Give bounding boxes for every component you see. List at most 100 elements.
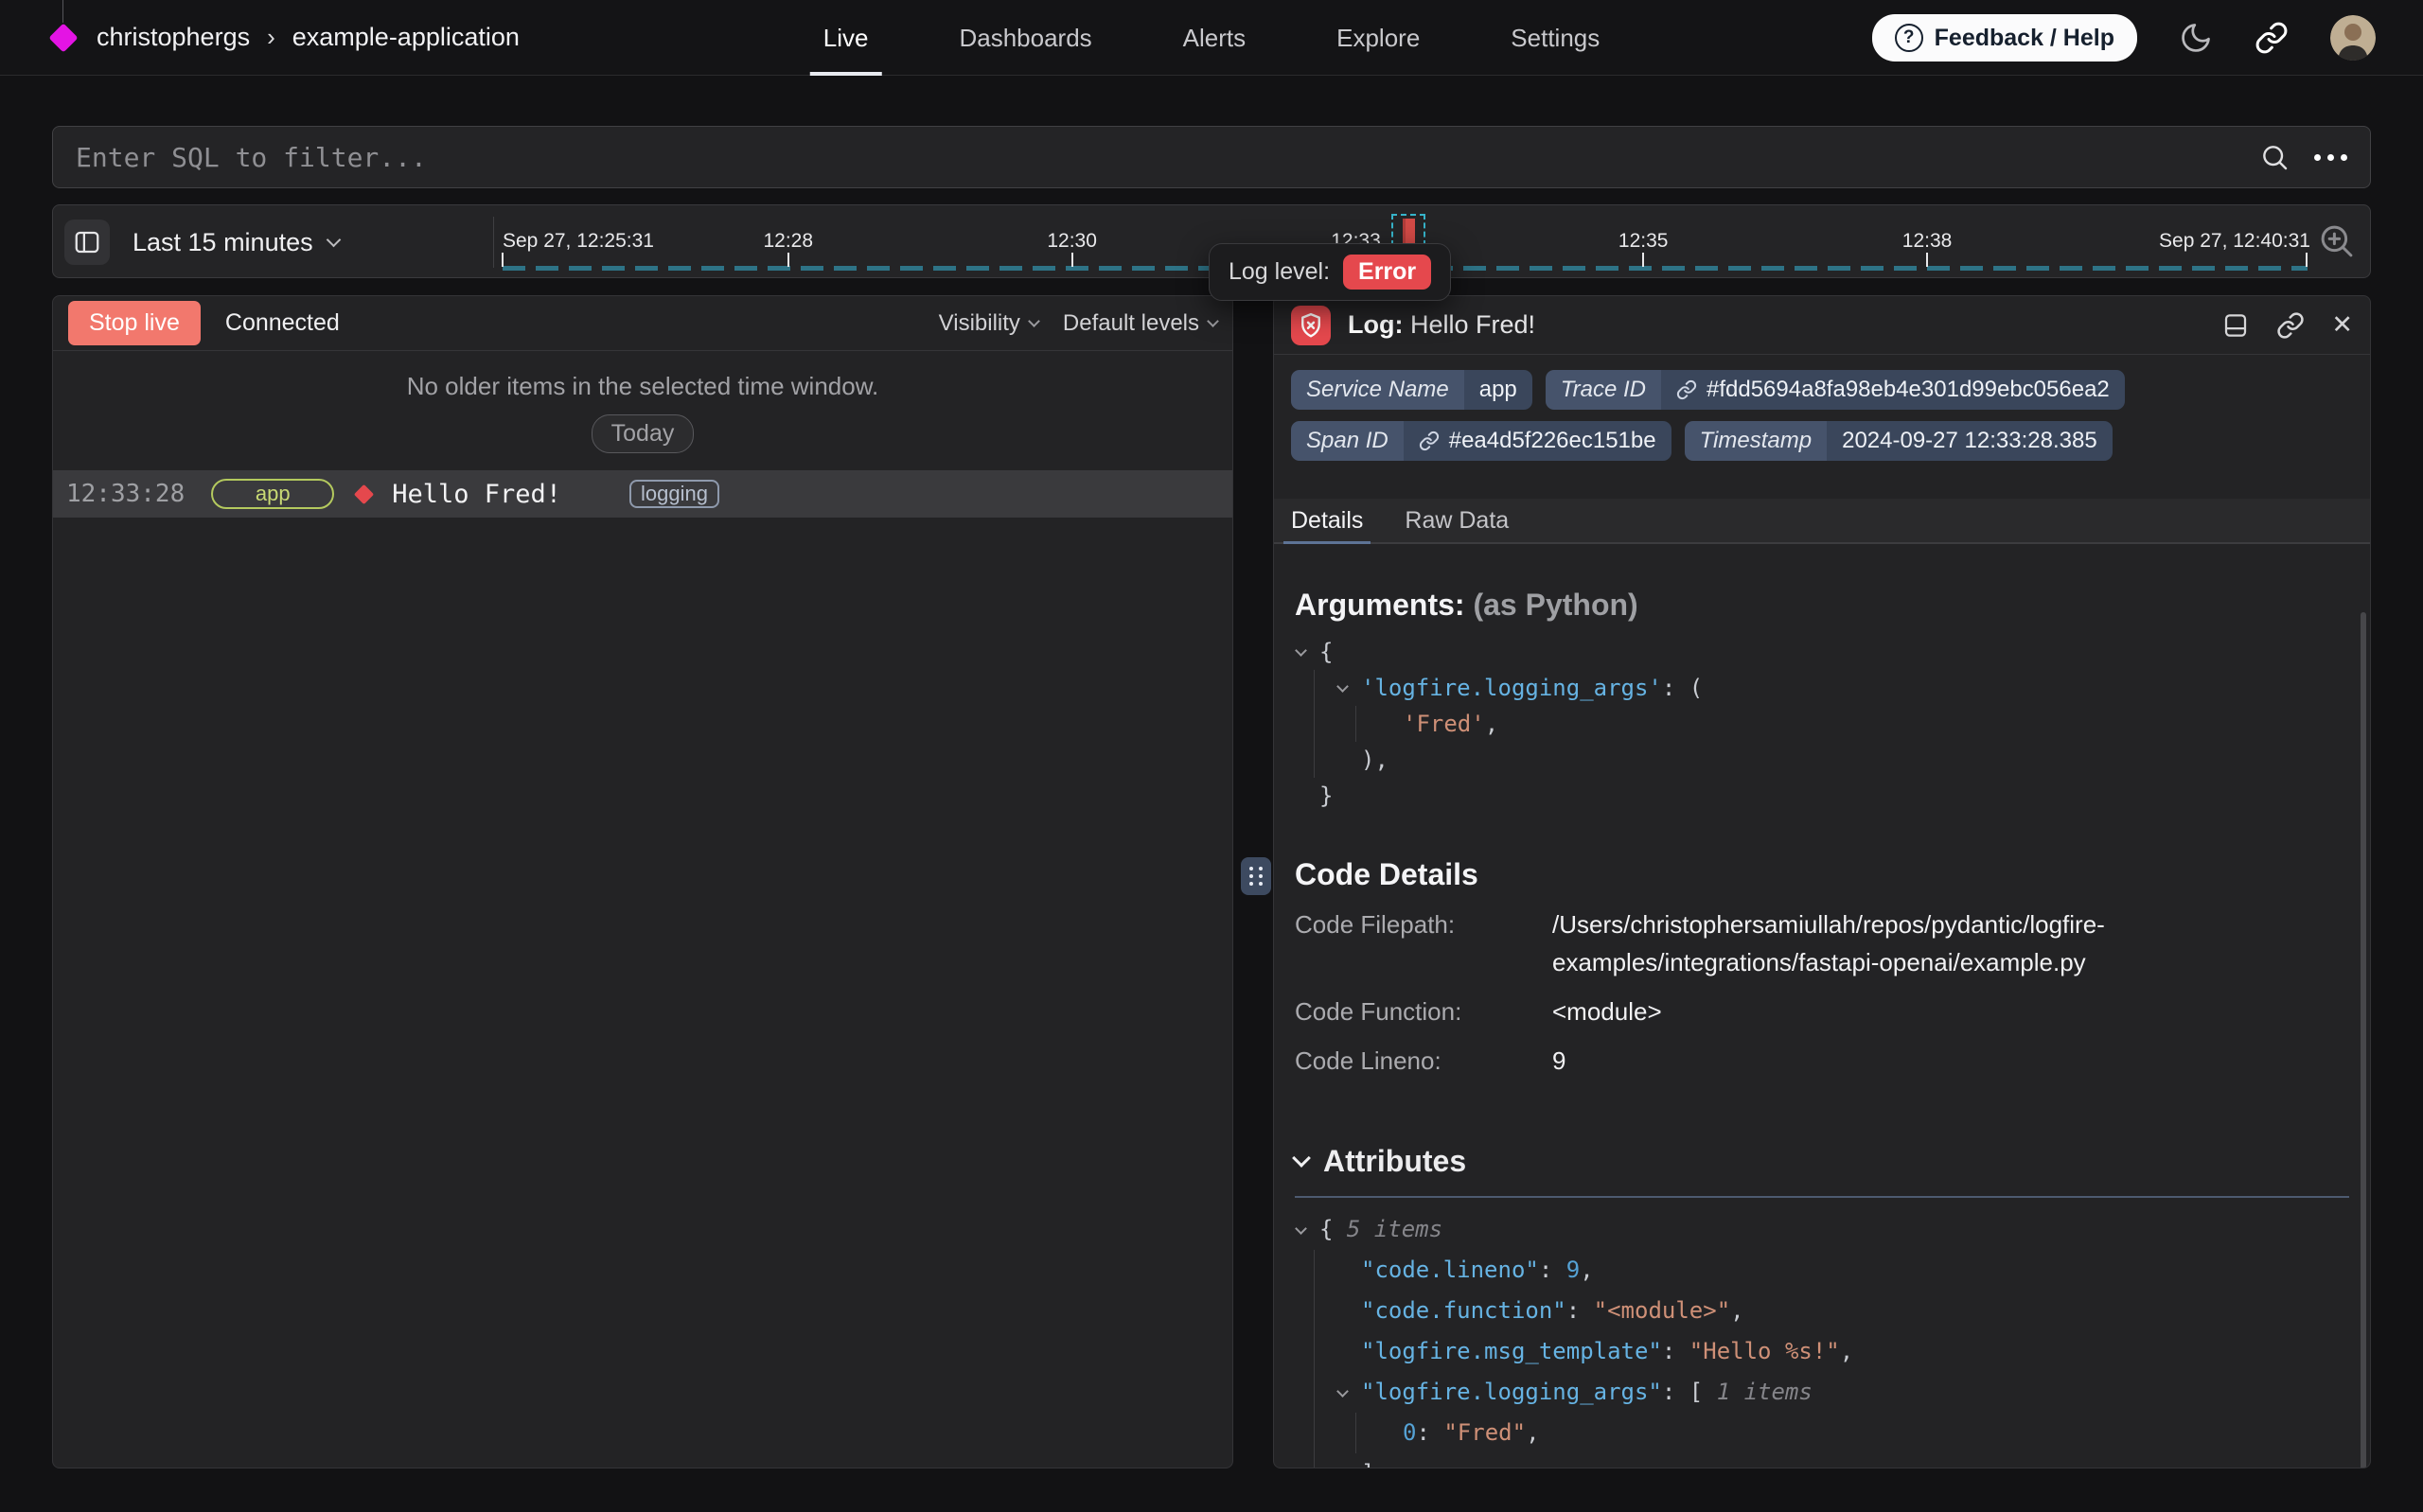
- error-shield-icon: [1291, 306, 1331, 345]
- divider: [493, 217, 494, 268]
- code-line: ),: [1295, 742, 2349, 778]
- detail-title: Hello Fred!: [1410, 310, 1535, 339]
- code-details-heading: Code Details: [1295, 857, 2349, 892]
- badge-value: app: [1464, 370, 1532, 410]
- header-actions: ? Feedback / Help: [1872, 0, 2376, 76]
- user-avatar[interactable]: [2330, 15, 2376, 61]
- default-levels-dropdown[interactable]: Default levels: [1063, 310, 1217, 337]
- timeline-tick-label: Sep 27, 12:25:31: [503, 230, 654, 253]
- code-line: "code.function": "<module>",: [1295, 1291, 2349, 1331]
- nav-tab-dashboards[interactable]: Dashboards: [959, 0, 1091, 76]
- badge-value: 2024-09-27 12:33:28.385: [1827, 421, 2113, 461]
- chevron-down-icon: [326, 232, 341, 247]
- attributes-heading-text: Attributes: [1323, 1144, 1466, 1179]
- collapse-chevron-icon[interactable]: [1295, 1222, 1307, 1235]
- detail-label: Code Function:: [1295, 993, 1552, 1030]
- nav-tab-live[interactable]: Live: [823, 0, 869, 76]
- log-message: Hello Fred!: [392, 480, 561, 509]
- service-pill[interactable]: app: [211, 479, 334, 509]
- logfire-logo-icon[interactable]: [47, 22, 80, 54]
- dock-panel-icon[interactable]: [2221, 311, 2250, 340]
- badge-label: Span ID: [1291, 421, 1404, 461]
- logo-pin-line: [62, 0, 63, 23]
- today-button[interactable]: Today: [592, 414, 695, 453]
- visibility-dropdown[interactable]: Visibility: [939, 310, 1038, 337]
- link-icon: [1419, 431, 1440, 451]
- feedback-help-label: Feedback / Help: [1935, 25, 2114, 52]
- attributes-json-block: { 5 items"code.lineno": 9,"code.function…: [1295, 1209, 2349, 1468]
- logo-diamond: [48, 23, 78, 52]
- live-logs-panel: Stop live Connected Visibility Default l…: [52, 295, 1233, 1468]
- meta-badge-trace-id[interactable]: Trace ID#fdd5694a8fa98eb4e301d99ebc056ea…: [1546, 370, 2125, 410]
- code-detail-row: Code Filepath:/Users/christophersamiulla…: [1295, 905, 2349, 981]
- sql-filter-input[interactable]: [76, 142, 2259, 173]
- search-icon[interactable]: [2259, 142, 2290, 172]
- code-details-rows: Code Filepath:/Users/christophersamiulla…: [1295, 905, 2349, 1080]
- permalink-icon[interactable]: [2276, 311, 2305, 340]
- meta-badge-service-name[interactable]: Service Nameapp: [1291, 370, 1532, 410]
- chevron-down-icon: [1028, 315, 1040, 327]
- breadcrumb-project[interactable]: example-application: [292, 23, 520, 52]
- drag-dots-icon: [1249, 867, 1263, 886]
- visibility-label: Visibility: [939, 310, 1020, 337]
- panel-resize-handle[interactable]: [1241, 857, 1271, 895]
- tooltip-label: Log level:: [1229, 258, 1330, 286]
- collapse-chevron-icon[interactable]: [1295, 644, 1307, 657]
- more-options-icon[interactable]: [2314, 154, 2347, 161]
- attributes-heading[interactable]: Attributes: [1295, 1144, 2349, 1179]
- live-panel-toolbar: Stop live Connected Visibility Default l…: [53, 296, 1232, 351]
- badge-label: Service Name: [1291, 370, 1464, 410]
- time-range-dropdown[interactable]: Last 15 minutes: [133, 228, 339, 257]
- code-line: 'logfire.logging_args': (: [1295, 670, 2349, 706]
- code-detail-row: Code Lineno:9: [1295, 1042, 2349, 1080]
- timeline-tick-label: 12:28: [763, 230, 813, 253]
- collapse-chevron-icon[interactable]: [1336, 1385, 1349, 1398]
- detail-tabs: Details Raw Data: [1274, 499, 2370, 544]
- logging-tag-chip[interactable]: logging: [629, 480, 719, 508]
- timeline-tick-mark: [502, 253, 504, 267]
- meta-badge-timestamp[interactable]: Timestamp2024-09-27 12:33:28.385: [1685, 421, 2113, 461]
- timeline-tick-mark: [1642, 253, 1644, 267]
- timeline-tick-label: 12:30: [1047, 230, 1097, 253]
- stop-live-button[interactable]: Stop live: [68, 301, 201, 345]
- dark-mode-moon-icon[interactable]: [2179, 21, 2213, 55]
- top-header: christophergs › example-application Live…: [0, 0, 2423, 76]
- timeline-tick-mark: [1926, 253, 1928, 267]
- tab-details[interactable]: Details: [1291, 499, 1363, 542]
- feedback-help-button[interactable]: ? Feedback / Help: [1872, 14, 2137, 62]
- nav-tab-alerts[interactable]: Alerts: [1183, 0, 1246, 76]
- detail-label: Code Lineno:: [1295, 1042, 1552, 1080]
- meta-badge-span-id[interactable]: Span ID#ea4d5f226ec151be: [1291, 421, 1671, 461]
- error-diamond-icon: [354, 483, 374, 503]
- code-line: 'Fred',: [1295, 706, 2349, 742]
- default-levels-label: Default levels: [1063, 310, 1199, 337]
- arguments-heading: Arguments: (as Python): [1295, 588, 2349, 623]
- arguments-heading-text: Arguments:: [1295, 588, 1465, 622]
- timeline-tick-label: 12:35: [1618, 230, 1669, 253]
- empty-window-message: No older items in the selected time wind…: [53, 372, 1232, 401]
- timeline-tick-mark: [1071, 253, 1073, 267]
- timeline-tick-mark: [787, 253, 789, 267]
- share-link-icon[interactable]: [2255, 21, 2289, 55]
- timeline-tick-label: 12:38: [1902, 230, 1953, 253]
- divider: [1295, 1196, 2349, 1198]
- code-line: "code.lineno": 9,: [1295, 1250, 2349, 1291]
- timeline-tick-label: Sep 27, 12:40:31: [2159, 230, 2310, 253]
- nav-tab-settings[interactable]: Settings: [1511, 0, 1600, 76]
- badge-value: #fdd5694a8fa98eb4e301d99ebc056ea2: [1661, 370, 2125, 410]
- scrollbar[interactable]: [2361, 612, 2366, 1468]
- code-line: ]: [1295, 1453, 2349, 1468]
- breadcrumb-org[interactable]: christophergs: [97, 23, 250, 52]
- sidebar-toggle-icon[interactable]: [64, 220, 110, 265]
- log-time: 12:33:28: [66, 480, 185, 508]
- zoom-in-icon[interactable]: [2317, 221, 2357, 261]
- arguments-subheading: (as Python): [1473, 588, 1637, 622]
- log-level-tooltip: Log level: Error: [1209, 243, 1451, 301]
- connection-status: Connected: [225, 309, 340, 337]
- close-icon[interactable]: ✕: [2331, 310, 2353, 340]
- tab-raw-data[interactable]: Raw Data: [1405, 499, 1509, 542]
- link-icon: [1676, 379, 1697, 400]
- collapse-chevron-icon[interactable]: [1336, 680, 1349, 693]
- nav-tab-explore[interactable]: Explore: [1336, 0, 1420, 76]
- log-row-selected[interactable]: 12:33:28 app Hello Fred! logging: [53, 470, 1232, 518]
